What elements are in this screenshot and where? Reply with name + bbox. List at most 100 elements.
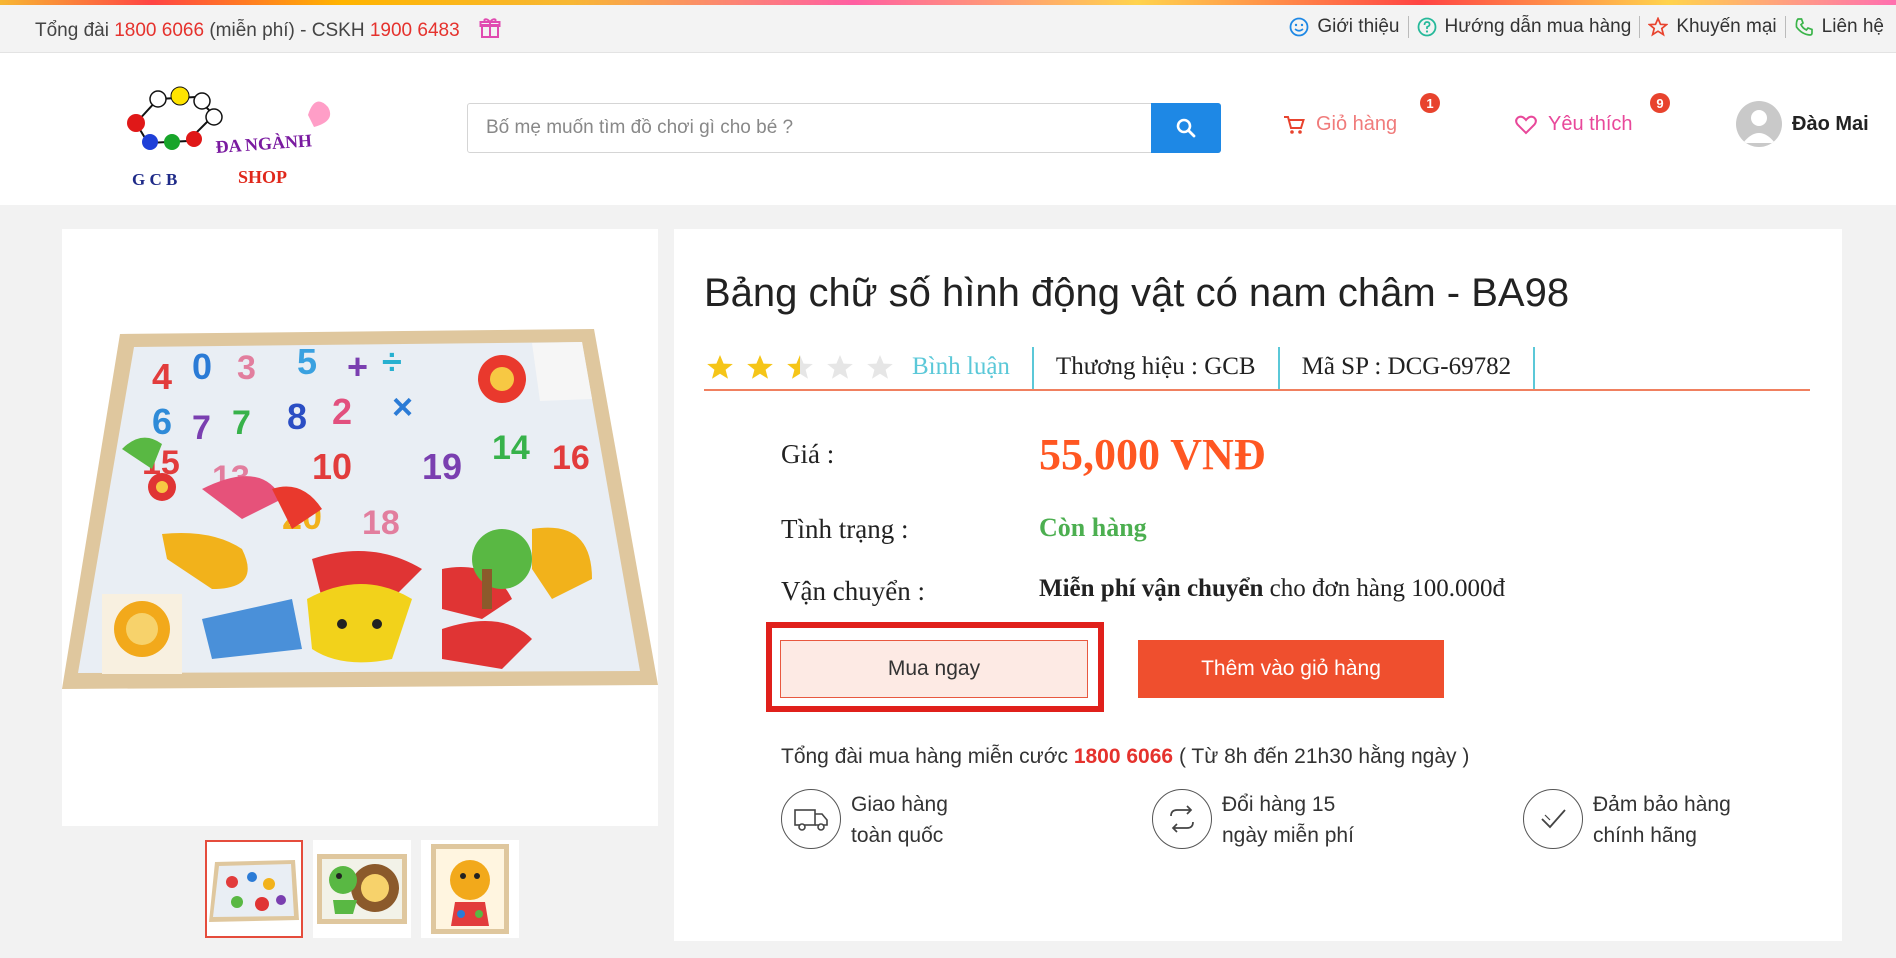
thumbnail-strip (205, 840, 529, 938)
svg-text:×: × (392, 386, 413, 427)
phone-icon (1795, 18, 1813, 36)
heart-icon (1515, 115, 1537, 134)
shipping-rest: cho đơn hàng 100.000đ (1263, 575, 1506, 602)
svg-text:ĐA NGÀNH: ĐA NGÀNH (215, 129, 313, 157)
smile-icon (1289, 17, 1309, 37)
wishlist-count-badge: 9 (1650, 93, 1670, 113)
order-hotline-hours: ( Từ 8h đến 21h30 hằng ngày ) (1178, 745, 1470, 768)
svg-text:3: 3 (237, 349, 256, 387)
svg-text:7: 7 (232, 404, 251, 442)
hotline-mid: (miễn phí) - CSKH (209, 20, 365, 42)
question-icon (1417, 17, 1436, 37)
feature-line1: Đổi hàng 15 (1222, 793, 1336, 816)
search-input[interactable] (484, 104, 1138, 152)
toplink-label: Khuyến mại (1676, 16, 1777, 37)
product-info-panel: Bảng chữ số hình động vật có nam châm - … (674, 229, 1842, 941)
review-link[interactable]: Bình luận (912, 347, 1034, 389)
truck-icon (781, 789, 841, 849)
avatar (1736, 101, 1782, 147)
wishlist-label: Yêu thích (1548, 113, 1633, 135)
brand-label: Thương hiệu : GCB (1034, 347, 1280, 389)
toplink-huong-dan[interactable]: Hướng dẫn mua hàng (1409, 16, 1641, 38)
feature-nationwide-delivery: Giao hàng toàn quốc (781, 789, 948, 851)
star-icon (1648, 17, 1669, 37)
svg-text:14: 14 (492, 429, 530, 467)
site-header: G C B ĐA NGÀNH SHOP Giỏ hàng 1 Yêu thích… (0, 53, 1896, 205)
check-icon (1523, 789, 1583, 849)
price-label: Giá : (781, 439, 835, 469)
svg-text:G C B: G C B (132, 170, 177, 189)
search-icon (1176, 118, 1196, 138)
svg-text:SHOP: SHOP (238, 167, 287, 187)
toplink-gioi-thieu[interactable]: Giới thiệu (1281, 16, 1409, 38)
thumbnail-2[interactable] (313, 840, 411, 938)
buy-now-button[interactable]: Mua ngay (780, 640, 1088, 698)
site-logo[interactable]: G C B ĐA NGÀNH SHOP (118, 83, 338, 193)
user-icon (1743, 110, 1775, 143)
feature-line2: ngày miễn phí (1222, 824, 1354, 847)
feature-line1: Đảm bảo hàng (1593, 793, 1731, 816)
add-to-cart-button[interactable]: Thêm vào giỏ hàng (1138, 640, 1444, 698)
stock-status: Còn hàng (1039, 513, 1147, 542)
svg-text:19: 19 (422, 446, 462, 487)
feature-free-exchange: Đổi hàng 15 ngày miễn phí (1152, 789, 1354, 851)
hotline-prefix: Tổng đài (35, 20, 109, 42)
order-hotline: Tổng đài mua hàng miễn cước 1800 6066 ( … (781, 745, 1469, 769)
star-empty-icon (827, 355, 853, 379)
product-price: 55,000 VNĐ (1039, 430, 1266, 479)
star-half-icon (787, 355, 813, 379)
svg-text:10: 10 (312, 446, 352, 487)
shipping-bold: Miễn phí vận chuyển (1039, 575, 1264, 602)
star-full-icon (707, 355, 733, 379)
svg-text:8: 8 (287, 396, 307, 437)
feature-line1: Giao hàng (851, 793, 948, 816)
svg-text:7: 7 (192, 409, 211, 447)
cart-count-badge: 1 (1420, 93, 1440, 113)
search-box (467, 103, 1221, 153)
sku-label: Mã SP : DCG-69782 (1280, 347, 1536, 389)
order-hotline-text: Tổng đài mua hàng miễn cước (781, 745, 1068, 768)
cart-icon (1284, 115, 1305, 134)
star-full-icon (747, 355, 773, 379)
svg-text:2: 2 (332, 391, 352, 432)
status-label: Tình trạng : (781, 514, 909, 544)
cart-label: Giỏ hàng (1316, 113, 1398, 135)
svg-text:18: 18 (362, 504, 400, 542)
feature-line2: chính hãng (1593, 824, 1697, 847)
product-meta-row: Bình luận Thương hiệu : GCB Mã SP : DCG-… (704, 347, 1810, 391)
star-empty-icon (867, 355, 893, 379)
toplink-khuyen-mai[interactable]: Khuyến mại (1640, 16, 1786, 38)
svg-text:+: + (347, 346, 368, 387)
thumbnail-1[interactable] (205, 840, 303, 938)
cskh-number[interactable]: 1900 6483 (370, 20, 460, 41)
toplink-label: Giới thiệu (1317, 16, 1400, 37)
toplink-label: Liên hệ (1821, 16, 1884, 37)
rating-stars[interactable] (704, 351, 904, 385)
hotline-info: Tổng đài 1800 6066 (miễn phí) - CSKH 190… (35, 17, 501, 45)
shipping-label: Vận chuyển : (781, 576, 925, 606)
cart-link[interactable]: Giỏ hàng (1282, 113, 1397, 136)
svg-text:5: 5 (297, 341, 317, 382)
toplink-label: Hướng dẫn mua hàng (1444, 16, 1632, 37)
svg-text:6: 6 (152, 401, 172, 442)
svg-text:16: 16 (552, 439, 590, 477)
svg-text:0: 0 (192, 346, 212, 387)
product-main-image[interactable]: 4 0 3 5 + ÷ 6 7 7 8 2 × 15 13 10 19 14 1… (62, 229, 658, 826)
thumbnail-3[interactable] (421, 840, 519, 938)
top-bar: Tổng đài 1800 6066 (miễn phí) - CSKH 190… (0, 5, 1896, 53)
toplink-lien-he[interactable]: Liên hệ (1786, 16, 1884, 38)
order-hotline-number[interactable]: 1800 6066 (1074, 745, 1173, 768)
svg-text:÷: ÷ (382, 341, 402, 382)
search-button[interactable] (1151, 103, 1221, 153)
hotline-number[interactable]: 1800 6066 (114, 20, 204, 41)
svg-text:4: 4 (152, 356, 172, 397)
gift-icon[interactable] (479, 17, 501, 45)
exchange-icon (1152, 789, 1212, 849)
feature-authentic-guarantee: Đảm bảo hàng chính hãng (1523, 789, 1731, 851)
user-name: Đào Mai (1792, 112, 1869, 135)
product-title: Bảng chữ số hình động vật có nam châm - … (704, 271, 1570, 315)
wishlist-link[interactable]: Yêu thích (1514, 113, 1633, 136)
top-links: Giới thiệu Hướng dẫn mua hàng Khuyến mại… (1281, 16, 1884, 38)
user-menu[interactable]: Đào Mai (1736, 101, 1869, 147)
shipping-info: Miễn phí vận chuyển cho đơn hàng 100.000… (1039, 575, 1505, 603)
